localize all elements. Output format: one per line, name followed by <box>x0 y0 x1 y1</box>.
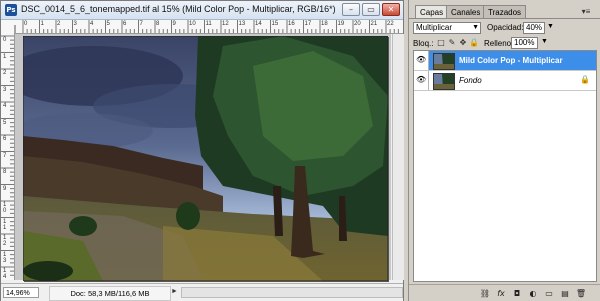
layer-style-icon[interactable]: fx <box>495 288 507 299</box>
ruler-number: 3 <box>73 21 77 27</box>
status-menu-arrow-icon[interactable]: ► <box>171 288 178 295</box>
ruler-number: 1 <box>40 21 44 27</box>
ruler-number: 6 <box>3 136 7 142</box>
ruler-number: 21 <box>370 21 378 27</box>
horizontal-ruler[interactable]: 0 1 2 3 4 5 6 7 8 9 10 11 12 13 14 15 16 17 18 19 20 21 22 <box>1 20 403 34</box>
landscape-photo[interactable] <box>23 36 388 281</box>
adjustment-layer-icon[interactable]: ◐ <box>527 288 539 299</box>
ruler-number: 11 <box>205 21 212 27</box>
layer-name[interactable]: Mild Color Pop - Multiplicar <box>459 51 563 70</box>
lock-transparency-icon[interactable]: □ <box>436 38 446 48</box>
ruler-number: 13 <box>238 21 246 27</box>
document-size-info[interactable]: Doc: 58,3 MB/116,6 MB <box>49 286 171 301</box>
vertical-scrollbar[interactable] <box>392 34 404 280</box>
layer-row[interactable]: 👁 Fondo 🔒 <box>414 71 596 91</box>
visibility-toggle[interactable]: 👁 <box>414 51 429 70</box>
zoom-field[interactable]: 14,96% <box>3 287 39 298</box>
fill-input[interactable]: 100% <box>511 37 538 49</box>
horizontal-scrollbar[interactable] <box>181 287 403 298</box>
ruler-number: 9 <box>3 185 7 192</box>
ruler-number: 7 <box>3 152 7 159</box>
new-layer-icon[interactable]: ▤ <box>559 288 571 299</box>
ruler-number: 8 <box>3 169 7 175</box>
ruler-number: 16 <box>288 21 295 27</box>
vertical-ruler[interactable]: 0 1 2 3 4 5 6 7 8 9 10 11 12 13 14 <box>1 33 15 280</box>
ruler-number: 2 <box>3 70 7 76</box>
add-mask-icon[interactable]: ◘ <box>511 288 523 299</box>
ruler-number: 10 <box>189 21 196 27</box>
ruler-number: 14 <box>255 21 262 27</box>
status-bar: 14,96% Doc: 58,3 MB/116,6 MB ► <box>1 283 403 301</box>
document-window: Ps DSC_0014_5_6_tonemapped.tif al 15% (M… <box>0 0 404 301</box>
ruler-number: 11 <box>3 218 7 231</box>
photoshop-doc-icon: Ps <box>5 4 17 16</box>
document-titlebar[interactable]: Ps DSC_0014_5_6_tonemapped.tif al 15% (M… <box>1 1 403 20</box>
ruler-number: 9 <box>172 21 176 27</box>
ruler-number: 14 <box>3 268 7 280</box>
ruler-number: 17 <box>304 21 312 27</box>
eye-icon: 👁 <box>416 75 427 84</box>
tab-canales[interactable]: Canales <box>446 5 486 18</box>
chevron-down-icon: ▼ <box>472 24 479 31</box>
lock-label: Bloq.: <box>413 39 434 48</box>
lock-pixels-icon[interactable]: ✎ <box>447 38 457 48</box>
visibility-toggle[interactable]: 👁 <box>414 71 429 90</box>
close-button[interactable]: ✕ <box>382 3 400 16</box>
fill-label: Relleno: <box>484 39 514 48</box>
ruler-number: 22 <box>387 21 394 27</box>
link-layers-icon[interactable]: ⛓ <box>479 288 491 299</box>
layer-list: 👁 Mild Color Pop - Multiplicar 👁 Fondo 🔒 <box>413 50 597 282</box>
opacity-input[interactable]: 40% <box>523 22 545 34</box>
delete-layer-icon[interactable]: 🗑 <box>575 288 587 299</box>
opacity-dropdown-icon[interactable]: ▼ <box>547 23 554 30</box>
ruler-number: 18 <box>321 21 328 27</box>
opacity-label: Opacidad: <box>487 23 524 32</box>
blend-mode-select[interactable]: Multiplicar ▼ <box>413 22 481 34</box>
layer-name[interactable]: Fondo <box>459 71 482 90</box>
tab-capas[interactable]: Capas <box>415 5 449 18</box>
ruler-number: 13 <box>3 251 7 264</box>
layers-panel: Capas Canales Trazados ▾≡ Multiplicar ▼ … <box>408 0 600 301</box>
ruler-number: 19 <box>337 21 345 27</box>
tab-trazados[interactable]: Trazados <box>483 5 527 18</box>
blend-mode-value: Multiplicar <box>416 23 453 32</box>
ruler-number: 8 <box>156 21 160 27</box>
new-group-icon[interactable]: ▭ <box>543 288 555 299</box>
ruler-number: 0 <box>3 37 7 43</box>
lock-icon: 🔒 <box>580 75 590 84</box>
ruler-number: 0 <box>24 21 28 27</box>
restore-button[interactable]: ▭ <box>362 3 380 16</box>
panel-footer: ⛓ fx ◘ ◐ ▭ ▤ 🗑 <box>409 284 600 301</box>
panel-tab-bar: Capas Canales Trazados ▾≡ <box>409 3 600 19</box>
ruler-number: 7 <box>139 21 143 27</box>
document-title: DSC_0014_5_6_tonemapped.tif al 15% (Mild… <box>21 4 336 14</box>
ruler-number: 10 <box>3 202 7 214</box>
ruler-number: 2 <box>57 21 61 27</box>
ruler-number: 15 <box>271 21 279 27</box>
lock-all-icon[interactable]: 🔒 <box>469 38 479 48</box>
ruler-number: 5 <box>106 21 110 27</box>
panel-menu-icon[interactable]: ▾≡ <box>577 6 595 18</box>
layer-thumbnail <box>433 53 455 70</box>
minimize-button[interactable]: – <box>342 3 360 16</box>
eye-icon: 👁 <box>416 55 427 64</box>
ruler-number: 1 <box>3 53 7 60</box>
ruler-number: 20 <box>354 21 361 27</box>
ruler-number: 5 <box>3 119 7 126</box>
ruler-number: 3 <box>3 86 7 93</box>
ruler-number: 12 <box>222 21 229 27</box>
lock-position-icon[interactable]: ✥ <box>458 38 468 48</box>
layer-row[interactable]: 👁 Mild Color Pop - Multiplicar <box>414 51 596 71</box>
layer-thumbnail <box>433 73 455 90</box>
ruler-number: 4 <box>90 21 94 27</box>
ruler-number: 6 <box>123 21 127 27</box>
ruler-number: 12 <box>3 235 7 247</box>
fill-dropdown-icon[interactable]: ▼ <box>541 38 548 45</box>
ruler-number: 4 <box>3 103 7 109</box>
